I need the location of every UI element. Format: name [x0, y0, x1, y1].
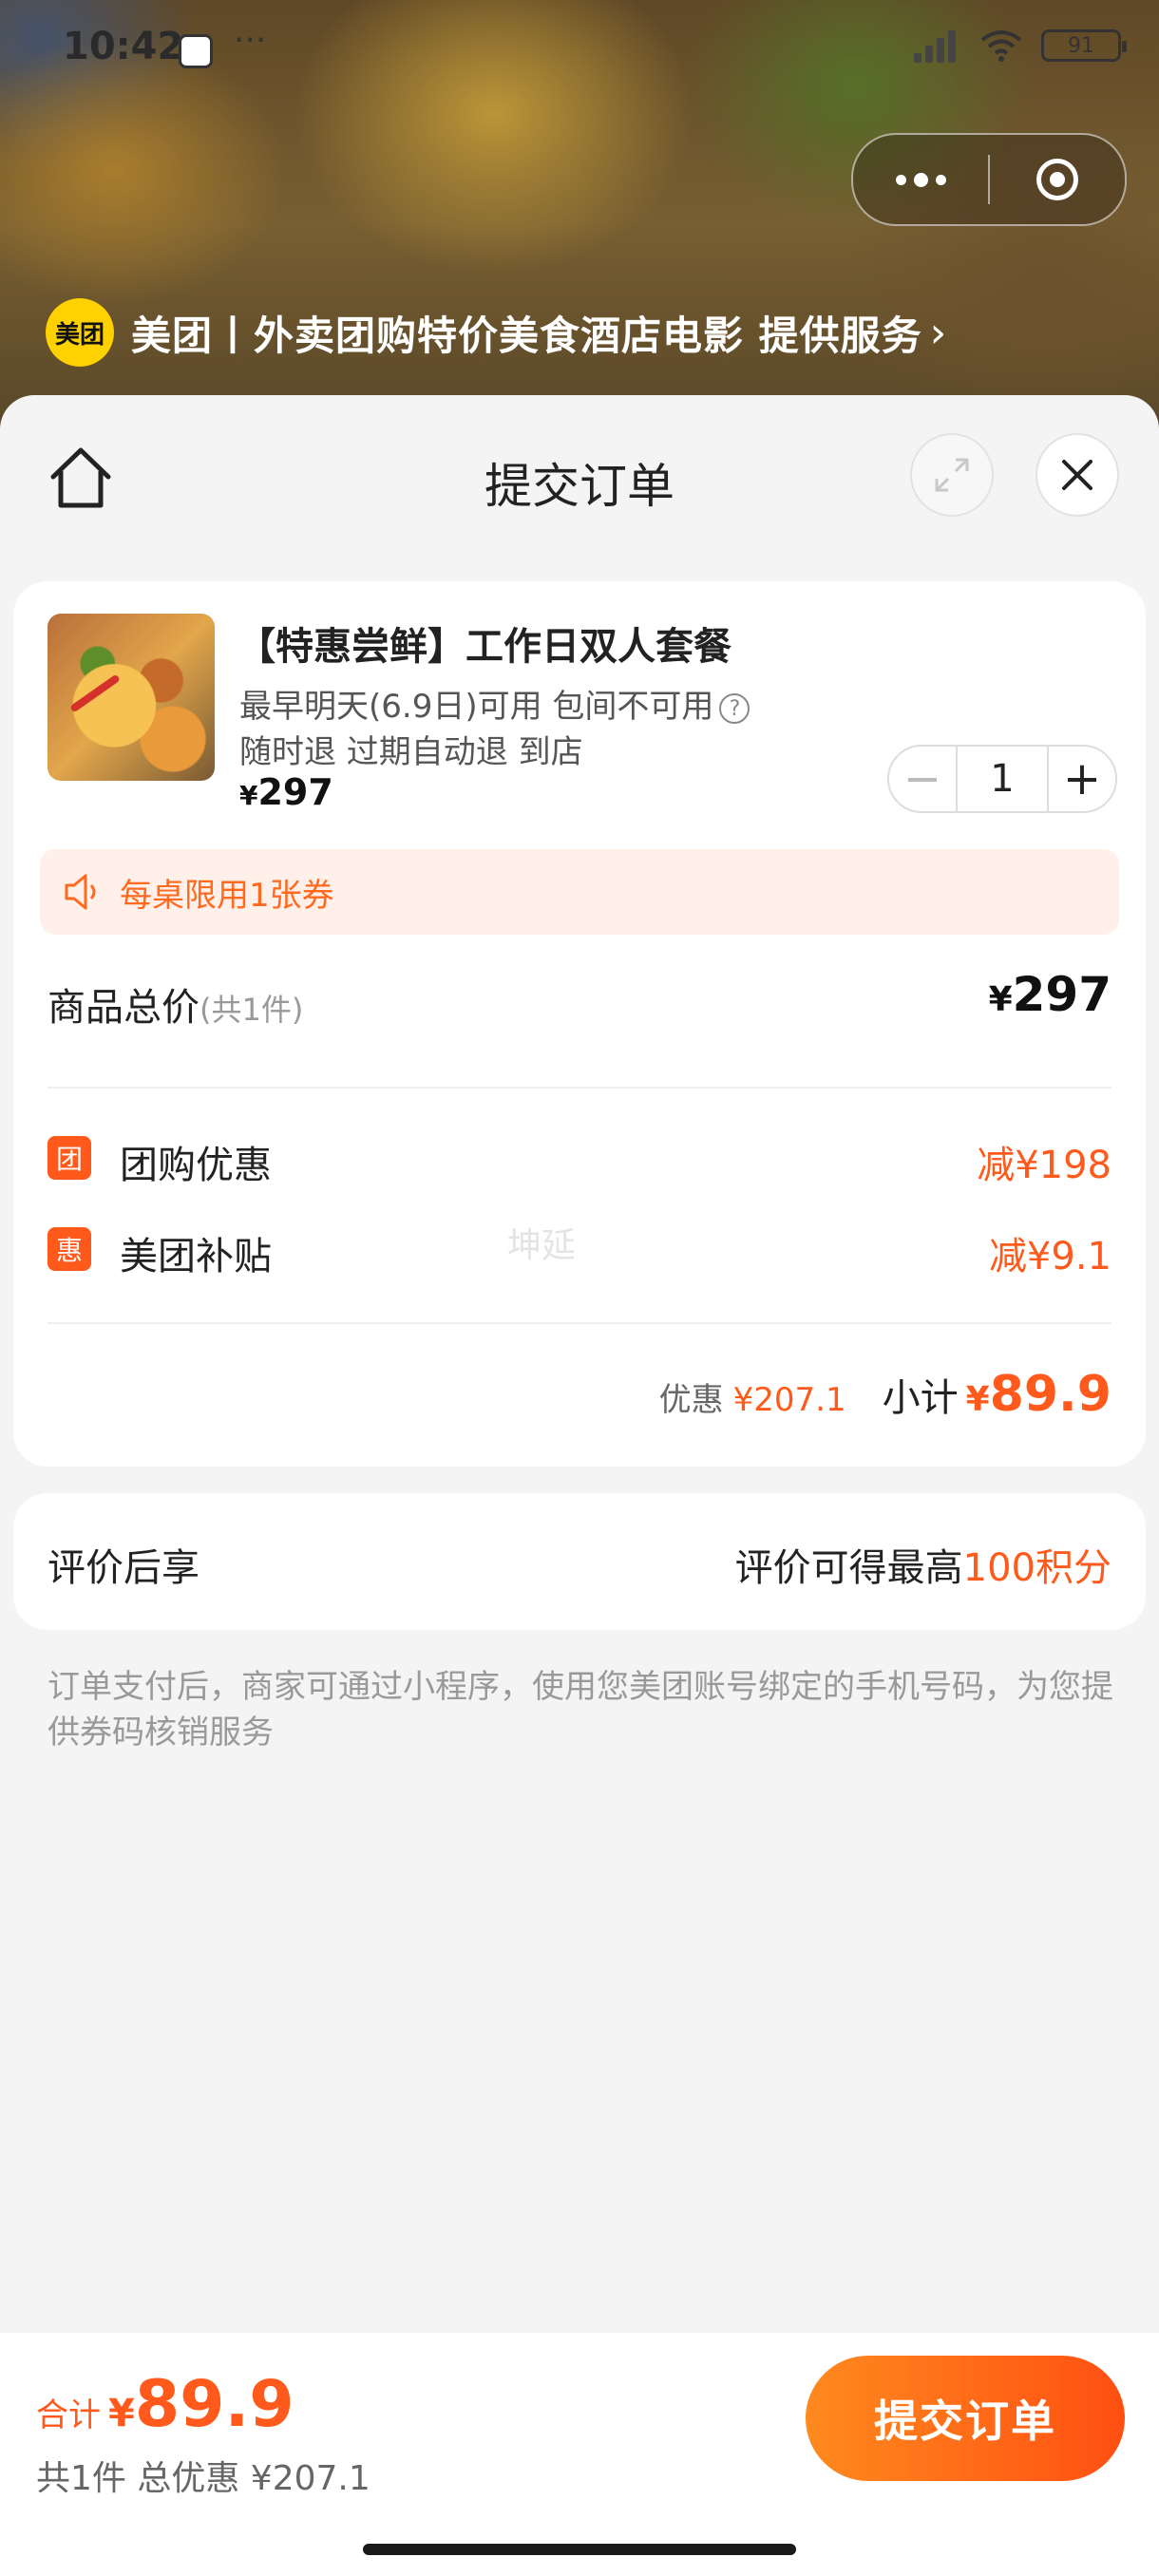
subtotal-discount-label: 优惠 — [658, 1381, 724, 1419]
review-reward-prefix: 评价可得最高 — [734, 1546, 963, 1590]
coupon-notice: 每桌限用1张券 — [40, 849, 1119, 935]
expand-button[interactable] — [910, 433, 994, 517]
review-reward: 评价可得最高100积分 — [735, 1537, 1112, 1592]
subtotal-discount-value: ¥207.1 — [732, 1381, 846, 1419]
quantity-value[interactable]: 1 — [956, 747, 1049, 811]
provider-link[interactable]: 美团 美团丨外卖团购特价美食酒店电影 提供服务 › — [46, 298, 946, 367]
discount-value: 减¥198 — [977, 1144, 1112, 1187]
total-label-text: 商品总价 — [48, 986, 200, 1030]
product-availability-text: 最早明天(6.9日)可用 包间不可用 — [239, 688, 714, 726]
wifi-icon — [980, 30, 1022, 62]
review-label: 评价后享 — [48, 1546, 200, 1590]
status-bar: 10:42 ··· 91 — [0, 0, 1159, 104]
discount-row-subsidy: 惠 美团补贴 减¥9.1 — [48, 1222, 1112, 1279]
divider — [48, 1322, 1112, 1324]
battery-icon: 91 — [1041, 29, 1127, 62]
divider — [48, 1087, 1112, 1089]
target-icon[interactable] — [990, 159, 1125, 200]
signal-icon — [914, 28, 961, 63]
clock-app-icon — [179, 34, 213, 68]
product-card: 【特惠尝鲜】工作日双人套餐 最早明天(6.9日)可用 包间不可用? 随时退 过期… — [13, 581, 1146, 1467]
status-more-dots: ··· — [234, 21, 267, 60]
subtotal-row: 优惠 ¥207.1 小计 ¥ 89.9 — [659, 1366, 1112, 1423]
total-value-number: 297 — [1012, 967, 1112, 1022]
status-time: 10:42 — [63, 25, 184, 68]
provider-text: 美团丨外卖团购特价美食酒店电影 提供服务 — [131, 312, 922, 359]
home-indicator[interactable] — [363, 2544, 796, 2555]
product-name: 【特惠尝鲜】工作日双人套餐 — [238, 625, 732, 669]
discount-label: 美团补贴 — [120, 1235, 272, 1279]
quantity-stepper: − 1 + — [887, 745, 1117, 813]
minus-icon[interactable]: − — [889, 747, 956, 811]
subsidy-badge: 惠 — [48, 1227, 91, 1271]
close-button[interactable] — [1036, 433, 1119, 517]
subtotal-value: 89.9 — [989, 1366, 1112, 1423]
price-currency: ¥ — [239, 780, 258, 811]
total-price-value: ¥297 — [989, 967, 1112, 1022]
total-currency: ¥ — [988, 980, 1013, 1019]
chevron-right-icon: › — [929, 308, 947, 357]
group-buy-badge: 团 — [48, 1136, 91, 1180]
discount-label: 团购优惠 — [120, 1144, 272, 1187]
review-card[interactable]: 评价后享 评价可得最高100积分 — [13, 1493, 1146, 1630]
service-footnote: 订单支付后，商家可通过小程序，使用您美团账号绑定的手机号码，为您提供券码核销服务 — [48, 1668, 1113, 1752]
sum-label: 合计 — [36, 2396, 101, 2434]
sum-value: 89.9 — [134, 2367, 294, 2442]
submit-order-button[interactable]: 提交订单 — [806, 2356, 1125, 2481]
close-icon — [1062, 460, 1092, 490]
notice-text: 每桌限用1张券 — [120, 876, 334, 915]
battery-level: 91 — [1068, 33, 1094, 58]
sheet-header: 提交订单 — [0, 395, 1159, 557]
plus-icon[interactable]: + — [1049, 747, 1115, 811]
product-price: ¥297 — [239, 771, 333, 813]
info-icon[interactable]: ? — [719, 692, 750, 724]
bottom-bar: 合计 ¥ 89.9 共1件 总优惠 ¥207.1 提交订单 — [0, 2333, 1159, 2576]
speaker-icon — [65, 874, 96, 910]
discount-value: 减¥9.1 — [988, 1235, 1112, 1279]
total-price-label: 商品总价(共1件) — [48, 976, 303, 1032]
sum-currency: ¥ — [108, 2392, 135, 2435]
sum-summary: 共1件 总优惠 ¥207.1 — [36, 2459, 370, 2498]
expand-icon — [935, 458, 969, 492]
product-refund-policy: 随时退 过期自动退 到店 — [239, 733, 583, 771]
meituan-logo: 美团 — [46, 298, 114, 367]
product-thumbnail[interactable] — [48, 614, 215, 781]
product-availability: 最早明天(6.9日)可用 包间不可用? — [239, 680, 750, 727]
mini-program-capsule — [851, 133, 1127, 226]
discount-row-group-buy: 团 团购优惠 减¥198 — [48, 1130, 1112, 1187]
review-reward-points: 100积分 — [962, 1546, 1112, 1590]
price-value: 297 — [257, 771, 333, 813]
watermark: 坤延 — [507, 1226, 577, 1265]
more-icon[interactable] — [853, 172, 988, 187]
order-total: 合计 ¥ 89.9 — [36, 2367, 294, 2442]
total-price-row: 商品总价(共1件) ¥297 — [48, 967, 1112, 1035]
order-sheet: 提交订单 【特惠尝鲜】工作日双人套餐 最早明天(6.9日)可用 包间不可用? 随… — [0, 395, 1159, 2576]
status-indicators: 91 — [914, 28, 1127, 63]
total-count: (共1件) — [200, 992, 304, 1028]
subtotal-currency: ¥ — [965, 1380, 990, 1419]
subtotal-label: 小计 — [882, 1376, 959, 1420]
